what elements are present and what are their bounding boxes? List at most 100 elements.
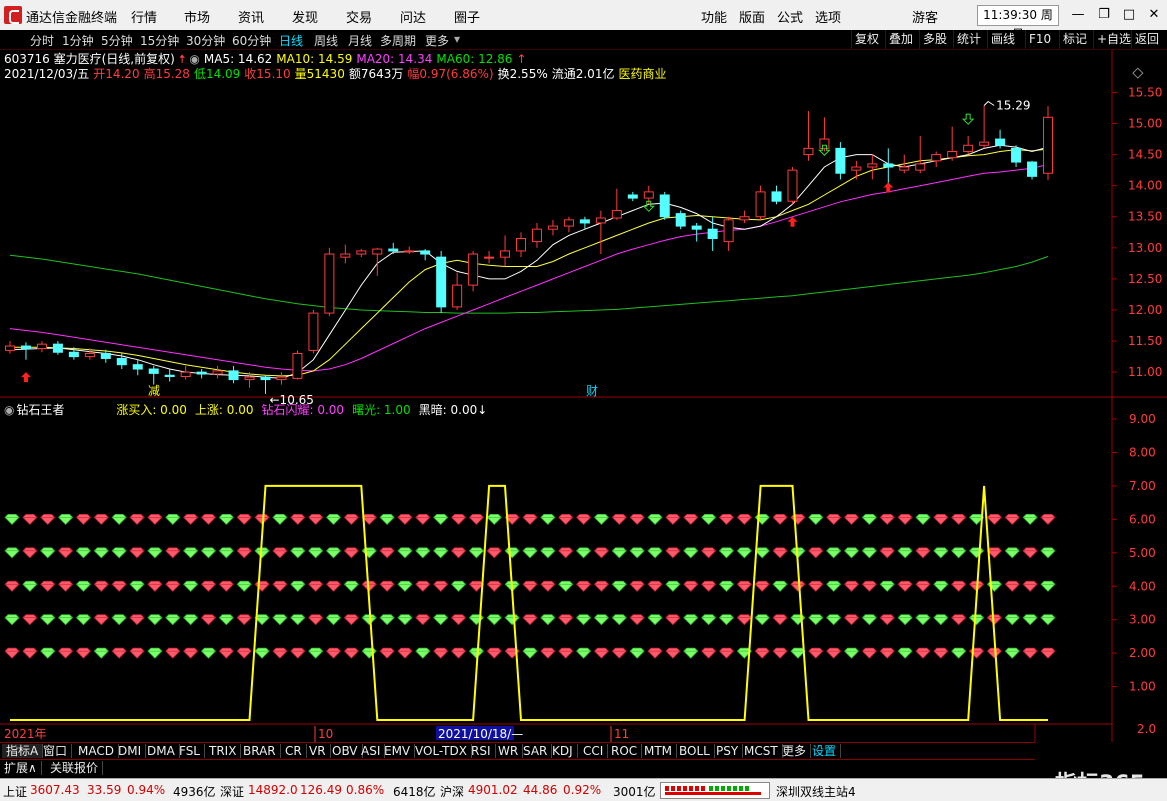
menu-discover[interactable]: 发现 xyxy=(292,7,318,26)
indicator-tab-7[interactable]: BRAR xyxy=(239,744,281,758)
menu-function[interactable]: 功能 xyxy=(701,7,727,26)
diamond-shape xyxy=(379,614,395,626)
diamond-shape xyxy=(325,547,342,559)
restore-rights-button[interactable]: 复权 xyxy=(851,30,882,49)
settings-icon[interactable]: ◉ xyxy=(189,52,199,66)
diamond-icon xyxy=(593,513,610,525)
diamond-shape xyxy=(218,513,234,525)
indicator-settings-icon[interactable]: ◉ xyxy=(4,403,14,417)
menu-news[interactable]: 资讯 xyxy=(238,7,264,26)
menu-market[interactable]: 市场 xyxy=(184,7,210,26)
diamond-shape xyxy=(611,614,627,626)
candle-body xyxy=(324,253,335,314)
indicator-tab-2[interactable]: MACD xyxy=(74,744,119,758)
indicator-tab-6[interactable]: TRIX xyxy=(205,744,242,758)
indicator-tab-17[interactable]: KDJ xyxy=(548,744,578,758)
f10-button[interactable]: F10 xyxy=(1025,30,1054,49)
indicator-name[interactable]: 钻石王者 xyxy=(16,403,64,417)
indicator-tab-14[interactable]: RSI xyxy=(467,744,496,758)
diamond-icon xyxy=(808,580,824,592)
diamond-shape xyxy=(290,513,306,525)
indicator-tab-25[interactable]: 设置 xyxy=(808,744,842,758)
diamond-shape xyxy=(593,580,610,592)
indicator-tab-18[interactable]: CCI xyxy=(579,744,609,758)
diamond-shape xyxy=(147,580,163,592)
period-daily[interactable]: 日线 xyxy=(279,32,303,49)
menu-circle[interactable]: 圈子 xyxy=(454,7,480,26)
menu-layout[interactable]: 版面 xyxy=(739,7,765,26)
indicator-tab-1[interactable]: 窗口 xyxy=(39,744,73,758)
multi-stock-button[interactable]: 多股 xyxy=(919,30,950,49)
menu-options[interactable]: 选项 xyxy=(815,7,841,26)
diamond-shape xyxy=(665,647,681,659)
close-icon[interactable]: ✕ xyxy=(1145,6,1163,24)
diamond-icon xyxy=(4,614,20,626)
hs-index-pct: 0.92% xyxy=(563,783,602,797)
diamond-icon xyxy=(165,547,181,559)
period-monthly[interactable]: 月线 xyxy=(348,32,372,49)
diamond-shape xyxy=(629,614,645,626)
add-watchlist-button[interactable]: +自选 xyxy=(1093,30,1134,49)
period-intraday[interactable]: 分时 xyxy=(30,32,54,49)
restore-icon[interactable]: ❐ xyxy=(1095,6,1113,24)
sh-index-name[interactable]: 上证 xyxy=(3,783,27,800)
indicator-tab-3[interactable]: DMI xyxy=(114,744,147,758)
menu-ask[interactable]: 问达 xyxy=(400,7,426,26)
indicator-tab-20[interactable]: MTM xyxy=(640,744,678,758)
period-15min[interactable]: 15分钟 xyxy=(140,32,179,49)
diamond-shape xyxy=(111,547,127,559)
server-name[interactable]: 深圳双线主站4 xyxy=(776,783,856,800)
candle-body xyxy=(100,352,111,359)
period-1min[interactable]: 1分钟 xyxy=(62,32,94,49)
diamond-icon xyxy=(665,614,681,626)
indicator-tab-9[interactable]: VR xyxy=(305,744,331,758)
indicator-tab-5[interactable]: FSL xyxy=(175,744,205,758)
diamond-shape xyxy=(397,513,413,525)
chevron-down-icon[interactable]: ▾ xyxy=(454,32,460,46)
indicator-tab-19[interactable]: ROC xyxy=(607,744,643,758)
candle-body xyxy=(707,228,718,239)
indicator-tab-22[interactable]: PSY xyxy=(712,744,744,758)
period-5min[interactable]: 5分钟 xyxy=(101,32,133,49)
candle xyxy=(132,359,143,376)
indicator-tab-12[interactable]: EMV xyxy=(380,744,416,758)
diamond-icon xyxy=(272,580,288,592)
diamond-icon xyxy=(772,547,788,559)
period-30min[interactable]: 30分钟 xyxy=(186,32,225,49)
draw-line-button[interactable]: 画线 xyxy=(987,30,1018,49)
expand-button[interactable]: 扩展∧ xyxy=(0,761,42,775)
maximize-icon[interactable]: □ xyxy=(1120,6,1138,24)
indicator-tab-24[interactable]: 更多 xyxy=(778,744,812,758)
diamond-shape xyxy=(290,647,306,659)
period-weekly[interactable]: 周线 xyxy=(314,32,338,49)
quote-sector[interactable]: 医药商业 xyxy=(618,67,666,81)
diamond-shape xyxy=(58,647,74,659)
related-quotes-button[interactable]: 关联报价 xyxy=(46,761,104,775)
mark-button[interactable]: 标记 xyxy=(1059,30,1090,49)
indicator-tab-21[interactable]: BOLL xyxy=(675,744,715,758)
diamond-icon xyxy=(576,513,592,525)
indicator-tab-0[interactable]: 指标A xyxy=(2,744,44,758)
indicator-tab-8[interactable]: CR xyxy=(281,744,307,758)
overlay-button[interactable]: 叠加 xyxy=(885,30,916,49)
period-60min[interactable]: 60分钟 xyxy=(232,32,271,49)
quote-turnover: 换2.55% xyxy=(497,67,548,81)
period-multi[interactable]: 多周期 xyxy=(380,32,416,49)
quote-open: 开14.20 xyxy=(93,67,140,81)
statistics-button[interactable]: 统计 xyxy=(953,30,984,49)
diamond-shape xyxy=(290,614,306,626)
diamond-icon xyxy=(576,614,592,626)
menu-formula[interactable]: 公式 xyxy=(777,7,803,26)
indicator-tab-13[interactable]: VOL-TDX xyxy=(411,744,472,758)
user-label[interactable]: 游客 xyxy=(912,7,938,26)
minimize-icon[interactable]: — xyxy=(1069,6,1087,24)
back-button[interactable]: 返回 xyxy=(1131,30,1162,49)
period-more[interactable]: 更多 xyxy=(425,32,449,49)
sz-index-name[interactable]: 深证 xyxy=(220,783,244,800)
diamond-shape xyxy=(165,513,181,525)
menu-trade[interactable]: 交易 xyxy=(346,7,372,26)
kline-chart[interactable]: 15.50 15.00 14.50 14.00 13.50 13.00 12.50 12.00… xyxy=(0,50,1167,742)
menu-market-quotes[interactable]: 行情 xyxy=(131,7,157,26)
indicator-tab-23[interactable]: MCST xyxy=(740,744,783,758)
hs-index-name[interactable]: 沪深 xyxy=(440,783,464,800)
